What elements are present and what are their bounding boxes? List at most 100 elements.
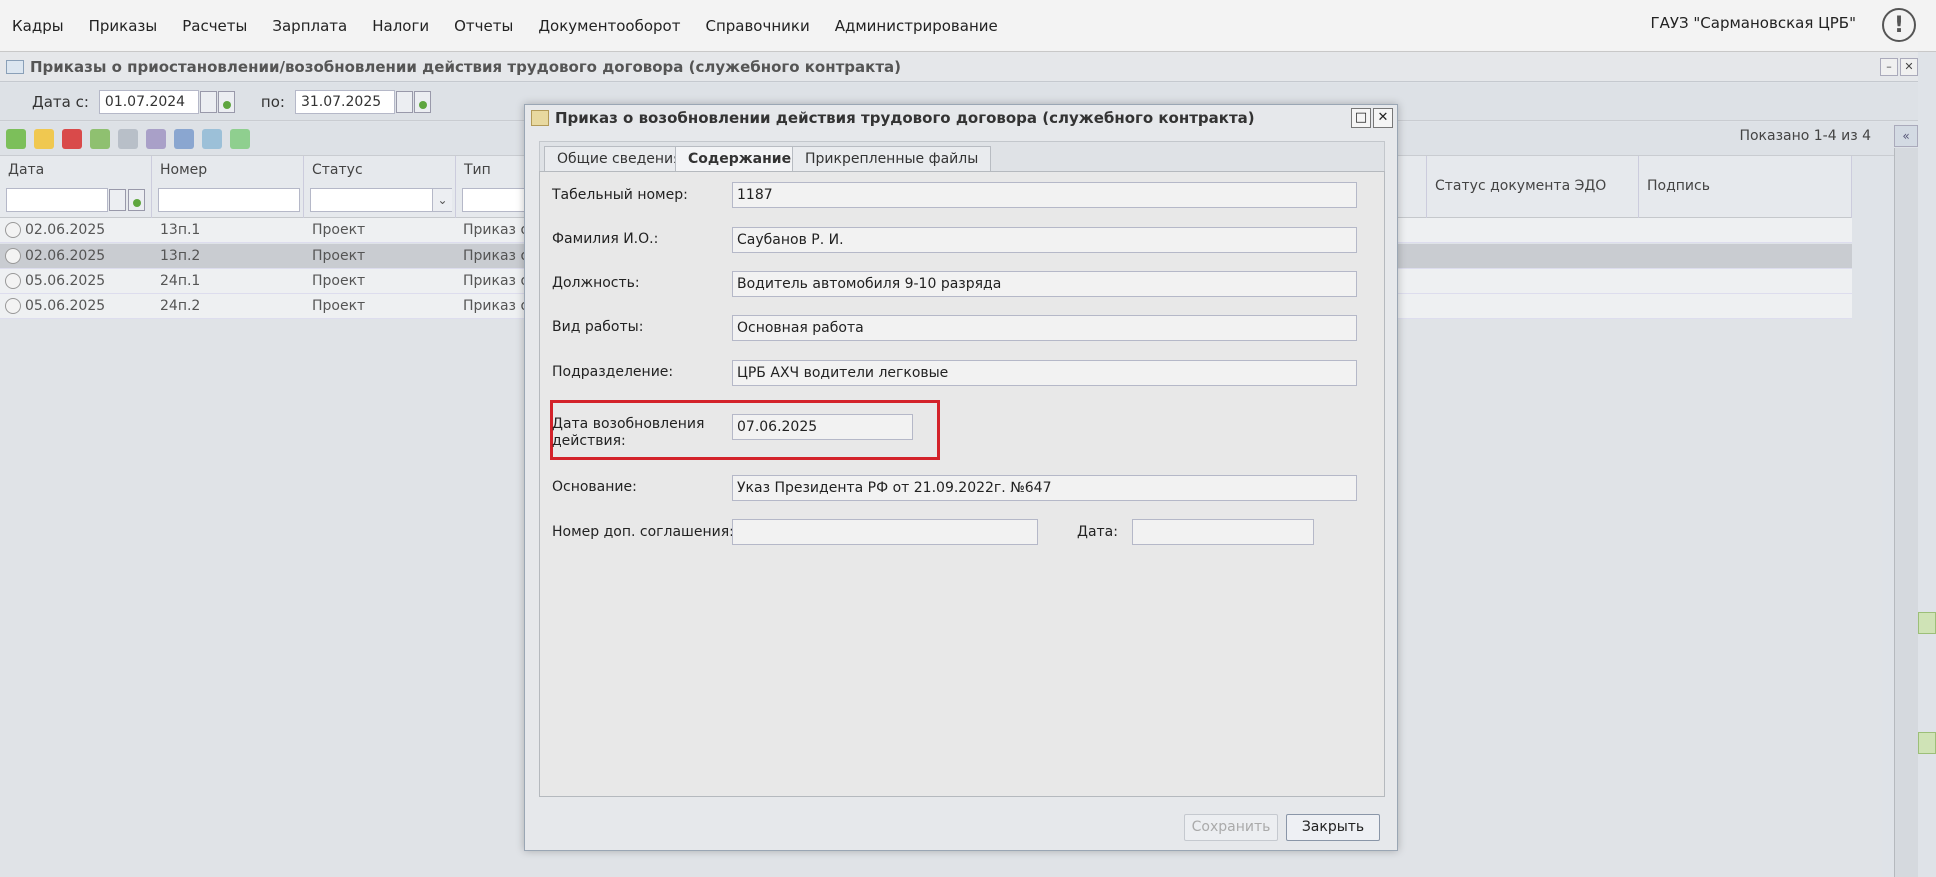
agreement-date-field[interactable] (1132, 519, 1314, 545)
approve-icon[interactable] (90, 128, 110, 149)
row-status-icon (5, 222, 21, 238)
main-menu: Кадры Приказы Расчеты Зарплата Налоги От… (0, 17, 1023, 35)
dialog-tabs: Общие сведения Содержание Прикрепленные … (539, 141, 1385, 173)
organization-name: ГАУЗ "Сармановская ЦРБ" (1650, 14, 1856, 32)
cell-number: 24п.1 (160, 273, 201, 289)
column-edo-status[interactable]: Статус документа ЭДО (1426, 156, 1639, 218)
calendar-icon[interactable] (199, 90, 217, 113)
menu-item-kadry[interactable]: Кадры (12, 17, 64, 35)
column-date[interactable]: Дата (0, 156, 152, 218)
column-title: Подпись (1647, 178, 1710, 194)
calendar-icon[interactable] (395, 90, 413, 113)
cell-type: Приказ о (463, 273, 530, 289)
collapse-panel-icon[interactable]: « (1894, 125, 1918, 147)
cell-number: 24п.2 (160, 298, 201, 314)
maximize-icon[interactable]: □ (1351, 108, 1371, 128)
close-icon[interactable]: ✕ (1373, 108, 1393, 128)
cell-date: 02.06.2025 (25, 248, 106, 264)
department-label: Подразделение: (552, 364, 674, 380)
column-title: Статус документа ЭДО (1435, 178, 1607, 194)
number-filter-input[interactable] (158, 188, 300, 212)
alert-icon[interactable]: ! (1882, 8, 1916, 42)
export-icon[interactable] (202, 128, 222, 149)
date-to-input[interactable]: 31.07.2025 (294, 89, 395, 114)
side-panel-tab[interactable] (1918, 732, 1936, 754)
close-icon[interactable]: ✕ (1900, 58, 1918, 76)
minimize-icon[interactable]: – (1880, 58, 1898, 76)
calendar-icon[interactable] (109, 189, 126, 211)
calendar-today-icon[interactable] (217, 90, 235, 113)
fio-label: Фамилия И.О.: (552, 231, 659, 247)
calendar-today-icon[interactable] (413, 90, 431, 113)
add-icon[interactable] (6, 128, 26, 149)
resume-date-field[interactable]: 07.06.2025 (732, 414, 913, 440)
refresh-icon[interactable] (230, 128, 250, 149)
document-edit-icon (531, 110, 549, 126)
column-signature[interactable]: Подпись (1639, 156, 1852, 218)
tab-content[interactable]: Содержание (675, 146, 805, 173)
dialog-title: Приказ о возобновлении действия трудовог… (555, 109, 1255, 127)
date-from-input[interactable]: 01.07.2024 (98, 89, 199, 114)
side-panel-tab[interactable] (1918, 612, 1936, 634)
basis-label: Основание: (552, 479, 637, 495)
content-tab-panel: Табельный номер: 1187 Фамилия И.О.: Сауб… (539, 171, 1385, 797)
actions-icon[interactable] (146, 128, 166, 149)
resume-contract-dialog: Приказ о возобновлении действия трудовог… (524, 104, 1398, 851)
agreement-number-field[interactable] (732, 519, 1038, 545)
status-filter-select[interactable] (310, 188, 452, 212)
edit-icon[interactable] (34, 128, 54, 149)
chevron-down-icon[interactable]: ⌄ (432, 189, 452, 211)
menu-item-spravochniki[interactable]: Справочники (705, 17, 809, 35)
tab-attached-files[interactable]: Прикрепленные файлы (792, 146, 992, 172)
cell-status: Проект (312, 298, 366, 314)
main-window-title-bar: Приказы о приостановлении/возобновлении … (0, 52, 1918, 82)
resume-date-label: Дата возобновления действия: (552, 416, 704, 450)
column-status[interactable]: Статус ⌄ (304, 156, 456, 218)
menu-item-administrirovanie[interactable]: Администрирование (835, 17, 998, 35)
resume-date-label-line: действия: (552, 433, 626, 449)
menu-item-prikazy[interactable]: Приказы (89, 17, 158, 35)
position-field[interactable]: Водитель автомобиля 9-10 разряда (732, 271, 1357, 297)
delete-icon[interactable] (62, 128, 82, 149)
work-type-field[interactable]: Основная работа (732, 315, 1357, 341)
cell-date: 05.06.2025 (25, 298, 106, 314)
menu-item-dokumentooborot[interactable]: Документооборот (538, 17, 680, 35)
window-icon (6, 59, 24, 74)
position-label: Должность: (552, 275, 640, 291)
department-field[interactable]: ЦРБ АХЧ водители легковые (732, 360, 1357, 386)
basis-field[interactable]: Указ Президента РФ от 21.09.2022г. №647 (732, 475, 1357, 501)
calendar-today-icon[interactable] (128, 189, 145, 211)
menu-item-nalogi[interactable]: Налоги (372, 17, 429, 35)
row-status-icon (5, 248, 21, 264)
fio-field[interactable]: Саубанов Р. И. (732, 227, 1357, 253)
records-count: Показано 1-4 из 4 (1739, 128, 1871, 144)
cell-date: 02.06.2025 (25, 222, 106, 238)
menu-item-raschety[interactable]: Расчеты (182, 17, 247, 35)
dialog-title-bar[interactable]: Приказ о возобновлении действия трудовог… (525, 105, 1397, 131)
row-status-icon (5, 273, 21, 289)
menu-item-zarplata[interactable]: Зарплата (272, 17, 347, 35)
main-window-title: Приказы о приостановлении/возобновлении … (30, 57, 902, 76)
tab-number-field[interactable]: 1187 (732, 182, 1357, 208)
dialog-footer: Сохранить Закрыть (525, 805, 1397, 850)
unapprove-icon[interactable] (118, 128, 138, 149)
date-filter-input[interactable] (6, 188, 108, 212)
cell-type: Приказ о (463, 248, 530, 264)
close-button[interactable]: Закрыть (1286, 814, 1380, 841)
column-title: Статус (312, 162, 363, 178)
resume-date-label-line: Дата возобновления (552, 416, 705, 432)
tab-general-info[interactable]: Общие сведения (544, 146, 695, 172)
menu-item-otchety[interactable]: Отчеты (454, 17, 513, 35)
work-type-label: Вид работы: (552, 319, 644, 335)
save-button[interactable]: Сохранить (1184, 814, 1278, 841)
column-title: Номер (160, 162, 208, 178)
cell-date: 05.06.2025 (25, 273, 106, 289)
column-title: Тип (464, 162, 491, 178)
agreement-number-label: Номер доп. соглашения: (552, 524, 734, 540)
cell-status: Проект (312, 248, 366, 264)
tab-number-label: Табельный номер: (552, 187, 688, 203)
print-icon[interactable] (174, 128, 194, 149)
column-number[interactable]: Номер (152, 156, 304, 218)
collapsed-side-panel[interactable] (1894, 148, 1918, 877)
cell-type: Приказ о (463, 222, 530, 238)
